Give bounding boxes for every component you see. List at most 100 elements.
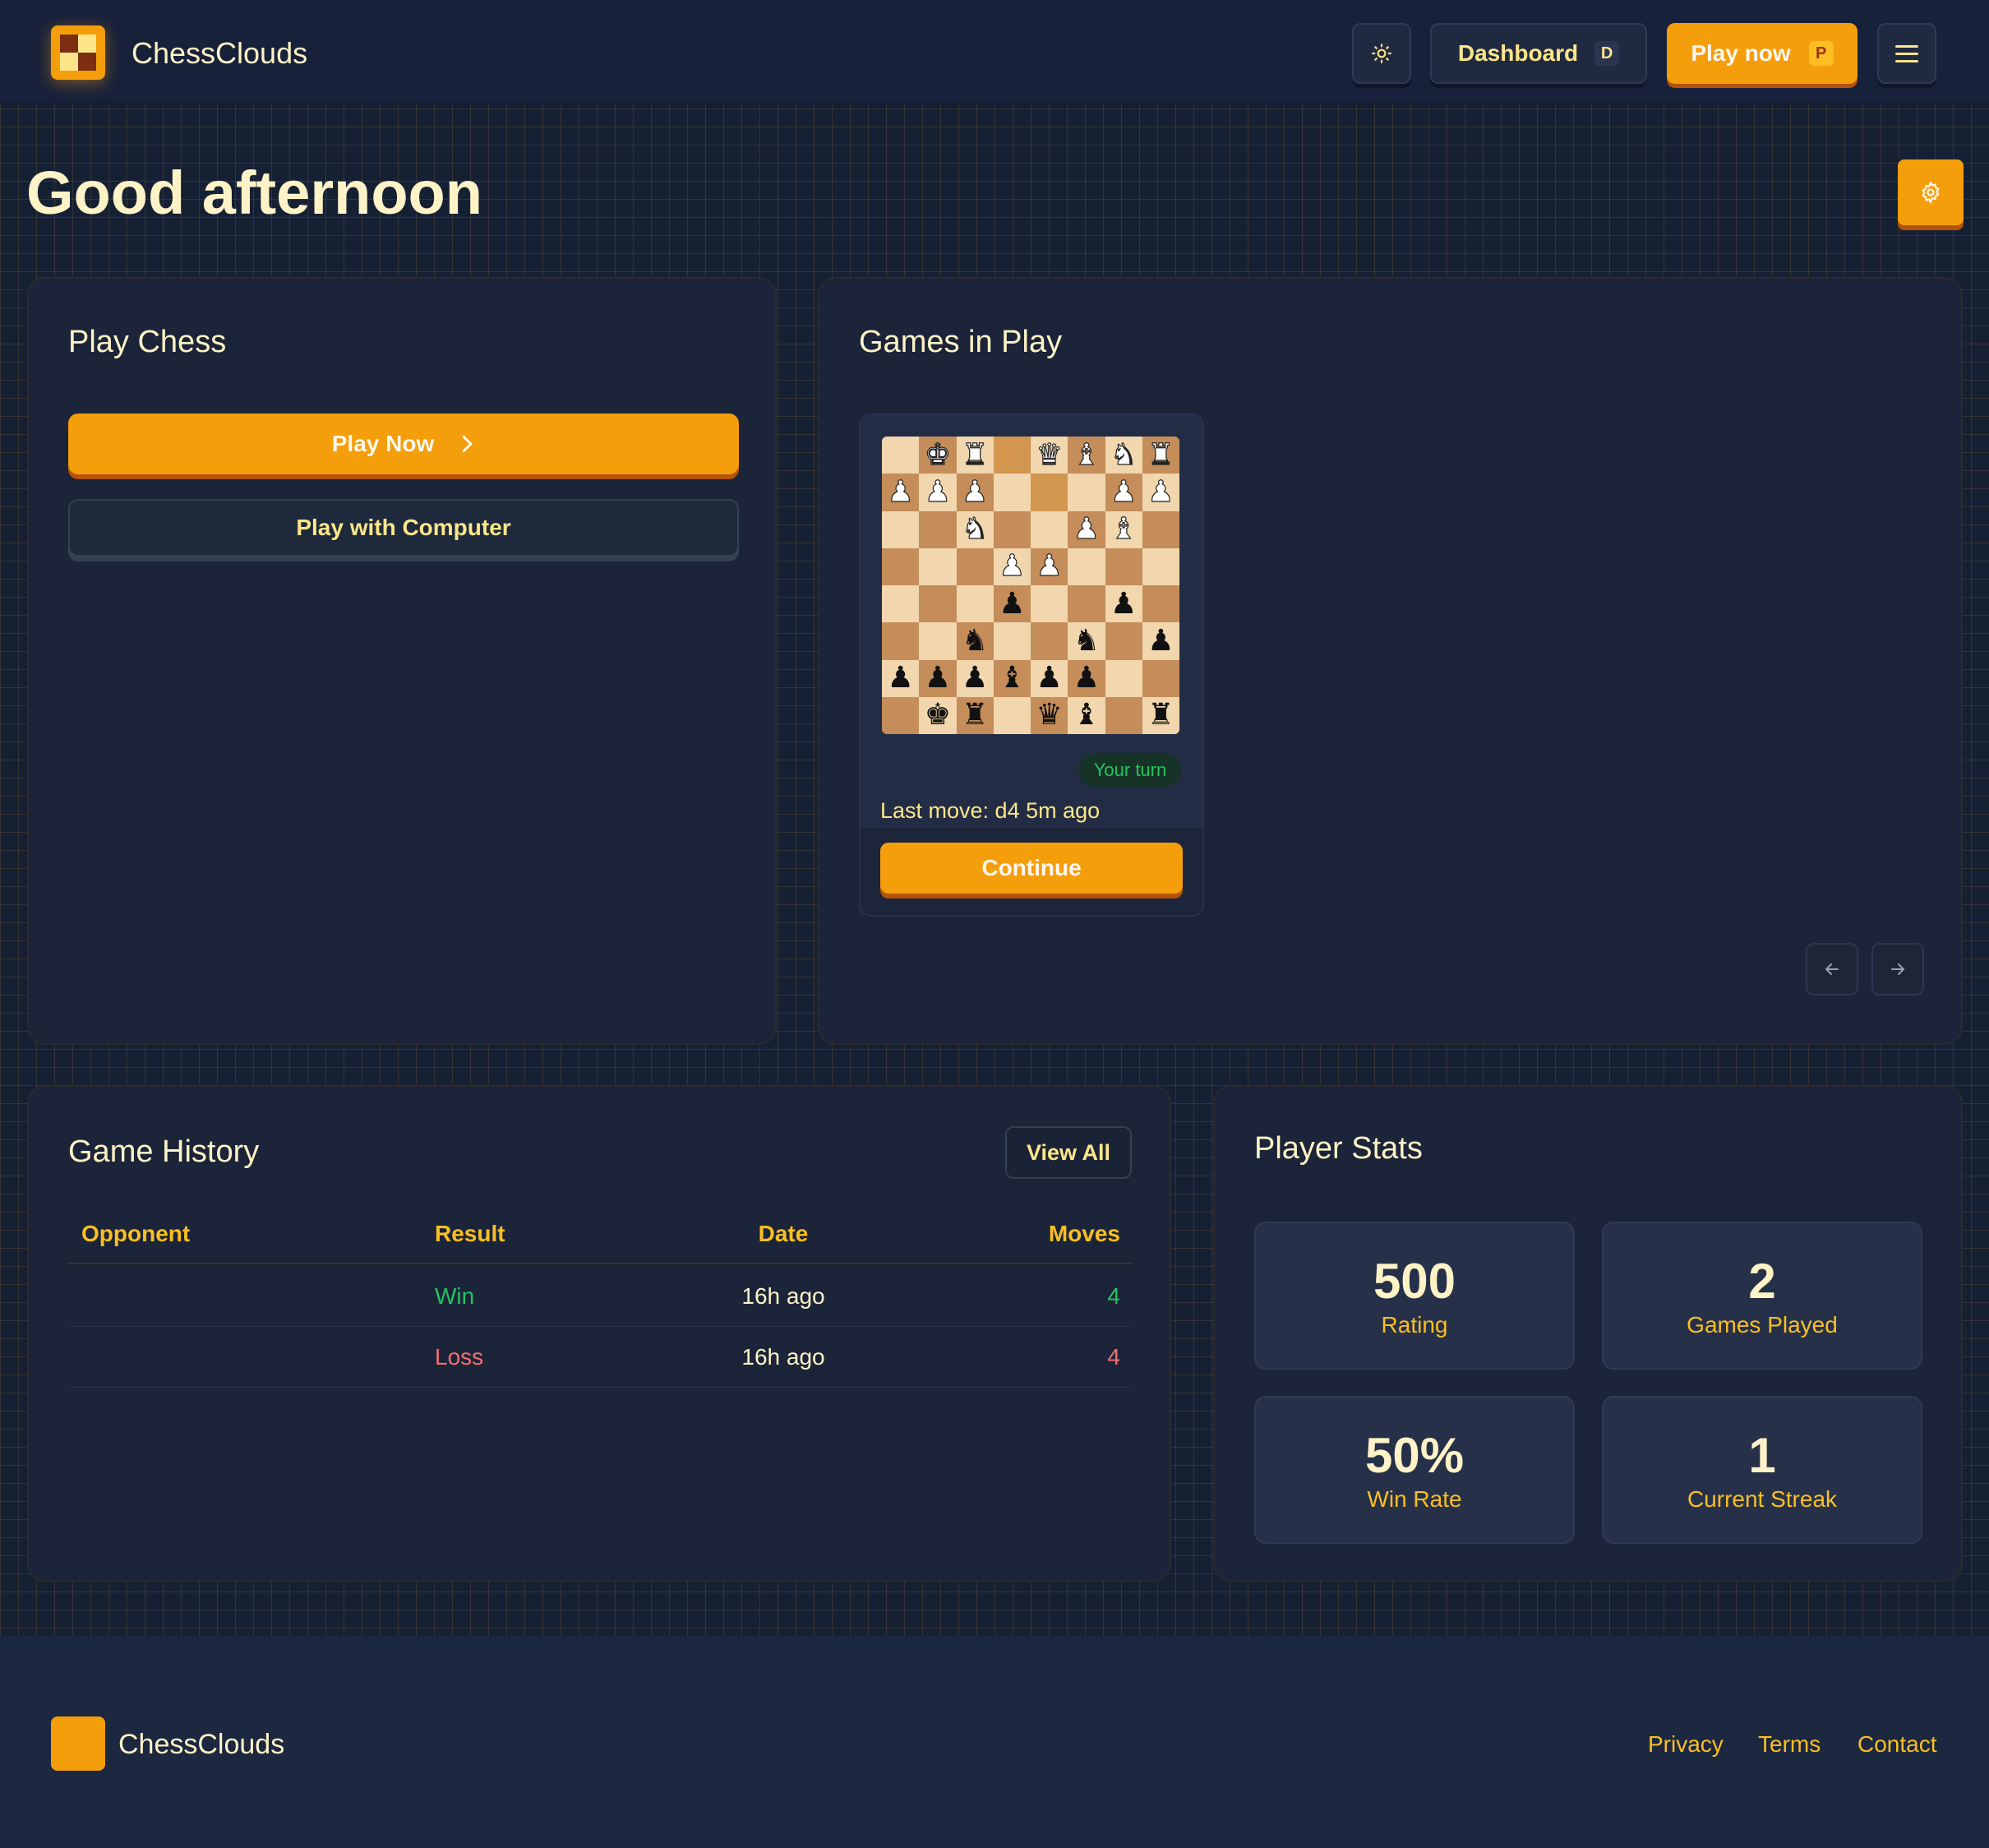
board-square: ♝: [993, 659, 1031, 697]
board-square: ♛: [1031, 437, 1068, 474]
board-square: [919, 511, 957, 548]
result-cell: Loss: [435, 1344, 484, 1370]
game-history-card: Game History View All Opponent Result Da…: [27, 1085, 1171, 1582]
table-row[interactable]: Win 16h ago 4: [68, 1266, 1132, 1327]
moves-cell: 4: [1107, 1283, 1120, 1309]
board-square: ♞: [956, 622, 994, 660]
footer-link-privacy[interactable]: Privacy: [1648, 1731, 1724, 1758]
black-knight-piece: ♞: [1073, 623, 1101, 658]
history-table-header: Opponent Result Date Moves: [68, 1204, 1132, 1264]
menu-button[interactable]: [1877, 23, 1936, 84]
black-bishop-piece: ♝: [1073, 698, 1101, 732]
games-in-play-title: Games in Play: [859, 325, 1063, 359]
stat-value: 50%: [1364, 1428, 1465, 1483]
brand-name[interactable]: ChessClouds: [132, 36, 307, 71]
game-tile[interactable]: ♚ ♜ ♛ ♝ ♞ ♜ ♟ ♟ ♟ ♟ ♟ ♞ ♟ ♝ ♟ ♟ ♟ ♟ ♞ ♞ ♟ ♟ ♟ ♟ ♝ ♟ ♟ ♚ ♜ ♛ ♝ ♜ Your tu…: [859, 413, 1204, 917]
board-square: [1142, 659, 1179, 697]
board-square: [1031, 622, 1068, 660]
board-square: ♟: [1142, 622, 1179, 660]
view-all-button[interactable]: View All: [1005, 1126, 1132, 1179]
board-square: [882, 511, 920, 548]
play-now-button-label: Play Now: [331, 431, 435, 456]
column-header-moves[interactable]: Moves: [1049, 1204, 1120, 1264]
stat-label: Games Played: [1687, 1312, 1838, 1337]
board-square: [1068, 474, 1105, 511]
white-knight-piece: ♞: [961, 512, 989, 547]
theme-toggle-button[interactable]: [1352, 23, 1411, 84]
board-square: [1068, 547, 1105, 585]
continue-button[interactable]: Continue: [880, 843, 1183, 894]
white-pawn-piece: ♟: [1110, 474, 1138, 509]
arrow-right-icon: [1891, 963, 1905, 975]
stat-label: Win Rate: [1367, 1486, 1462, 1512]
board-square: [956, 585, 994, 623]
board-square: ♟: [1105, 585, 1142, 623]
chessclouds-logo[interactable]: [51, 25, 105, 80]
footer-logo[interactable]: [51, 1716, 105, 1771]
footer-link-contact[interactable]: Contact: [1857, 1731, 1937, 1758]
board-square: [993, 696, 1031, 734]
play-now-button[interactable]: Play Now: [68, 413, 739, 474]
footer-brand-name[interactable]: ChessClouds: [118, 1729, 284, 1761]
board-square: ♟: [956, 474, 994, 511]
site-footer: ChessClouds Privacy Terms Contact: [0, 1636, 1989, 1848]
play-with-computer-button[interactable]: Play with Computer: [68, 499, 739, 557]
board-square: ♟: [1068, 659, 1105, 697]
white-pawn-piece: ♟: [887, 474, 914, 509]
column-header-opponent[interactable]: Opponent: [81, 1204, 190, 1264]
board-square: [919, 622, 957, 660]
board-square: ♛: [1031, 696, 1068, 734]
stat-label: Current Streak: [1687, 1486, 1838, 1512]
dashboard-button[interactable]: Dashboard D: [1430, 23, 1647, 84]
column-header-date[interactable]: Date: [718, 1204, 849, 1264]
white-king-piece: ♚: [924, 437, 952, 472]
white-pawn-piece: ♟: [1147, 474, 1174, 509]
black-pawn-piece: ♟: [1036, 661, 1063, 695]
board-square: [956, 547, 994, 585]
board-square: [1105, 622, 1142, 660]
board-square: [1068, 585, 1105, 623]
board-square: ♜: [1142, 437, 1179, 474]
board-square: ♜: [956, 696, 994, 734]
table-row[interactable]: Loss 16h ago 4: [68, 1327, 1132, 1388]
white-bishop-piece: ♝: [1110, 512, 1138, 547]
board-square: [882, 696, 920, 734]
black-pawn-piece: ♟: [924, 661, 952, 695]
date-cell: 16h ago: [741, 1283, 825, 1309]
board-square: ♟: [1142, 474, 1179, 511]
board-square: [882, 547, 920, 585]
next-games-button[interactable]: [1871, 943, 1924, 996]
board-square: ♚: [919, 437, 957, 474]
board-square: ♟: [993, 547, 1031, 585]
board-square: [993, 511, 1031, 548]
result-cell: Win: [435, 1283, 475, 1309]
board-square: ♞: [1068, 622, 1105, 660]
board-square: [1105, 696, 1142, 734]
turn-status-badge: Your turn: [1078, 754, 1182, 787]
black-rook-piece: ♜: [1147, 698, 1174, 732]
board-square: [882, 437, 920, 474]
board-square: ♟: [919, 659, 957, 697]
play-now-header-button[interactable]: Play now P: [1667, 23, 1857, 84]
black-rook-piece: ♜: [961, 698, 989, 732]
board-square: [919, 585, 957, 623]
footer-link-terms[interactable]: Terms: [1758, 1731, 1821, 1758]
white-pawn-piece: ♟: [924, 474, 952, 509]
white-rook-piece: ♜: [961, 437, 989, 472]
chess-board-preview[interactable]: ♚ ♜ ♛ ♝ ♞ ♜ ♟ ♟ ♟ ♟ ♟ ♞ ♟ ♝ ♟ ♟ ♟ ♟ ♞ ♞ ♟ ♟ ♟ ♟ ♝ ♟ ♟ ♚ ♜ ♛ ♝ ♜: [882, 437, 1179, 734]
board-square: ♟: [882, 659, 920, 697]
moves-cell: 4: [1107, 1344, 1120, 1370]
board-square: ♝: [1068, 696, 1105, 734]
settings-button[interactable]: [1898, 159, 1964, 225]
last-move-text: Last move: d4 5m ago: [880, 798, 1101, 823]
white-knight-piece: ♞: [1110, 437, 1138, 472]
board-square: [993, 622, 1031, 660]
board-square: [993, 474, 1031, 511]
board-square: ♟: [1105, 474, 1142, 511]
previous-games-button[interactable]: [1806, 943, 1858, 996]
column-header-result[interactable]: Result: [435, 1204, 505, 1264]
board-square: ♟: [993, 585, 1031, 623]
board-square: [882, 622, 920, 660]
stat-current-streak: 1 Current Streak: [1602, 1396, 1922, 1544]
board-square: ♜: [956, 437, 994, 474]
